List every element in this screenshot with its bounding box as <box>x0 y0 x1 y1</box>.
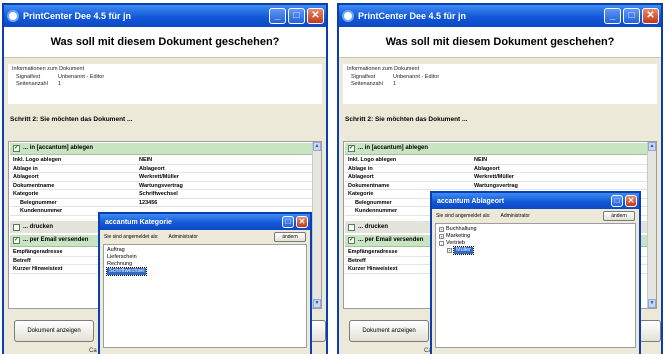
category-list: Auftrag Lieferschein Rechnung Schriftwec… <box>103 244 307 348</box>
info-label: Seitenanzahl <box>351 81 383 87</box>
dialog-title: accantum Kategorie <box>105 218 172 226</box>
window-titlebar[interactable]: PrintCenter Dee 4.5 für jn _ □ ✕ <box>4 5 326 27</box>
minimize-icon[interactable]: _ <box>604 8 621 24</box>
printcenter-icon <box>342 10 354 22</box>
property-row[interactable]: Belegnummer123456 <box>10 199 312 207</box>
dialog-login-bar: Sie sind angemeldet als: Administrator ä… <box>432 209 639 223</box>
close-icon[interactable]: ✕ <box>307 8 324 24</box>
expand-icon[interactable]: + <box>439 234 444 239</box>
printcenter-window-left: PrintCenter Dee 4.5 für jn _ □ ✕ Was sol… <box>2 3 328 354</box>
info-value: 1 <box>58 81 62 87</box>
info-title: Informationen zum Dokument <box>12 66 85 72</box>
section-print-label: ... drucken <box>358 224 389 230</box>
property-row[interactable]: Ablageort Werkrett/Müller <box>345 173 647 182</box>
secondary-button[interactable] <box>639 320 661 342</box>
tree-item[interactable]: - Vertrieb <box>439 240 632 247</box>
scroll-up-icon[interactable]: ▲ <box>648 142 656 151</box>
header-question: Was soll mit diesem Dokument geschehen? <box>339 27 661 58</box>
section-archive-label: ... in [accantum] ablegen <box>23 145 94 151</box>
scroll-down-icon[interactable]: ▼ <box>313 299 321 308</box>
dialog-titlebar[interactable]: accantum Ablageort □ ✕ <box>432 193 639 209</box>
show-document-button[interactable]: Dokument anzeigen <box>349 320 429 342</box>
header-question: Was soll mit diesem Dokument geschehen? <box>4 27 326 58</box>
property-row[interactable]: Ablage in Ablageort <box>10 165 312 173</box>
location-tree: + Buchhaltung + Marketing - Vertrieb + M… <box>435 223 636 348</box>
expand-icon[interactable]: + <box>447 248 452 253</box>
tree-item[interactable]: + Buchhaltung <box>439 226 632 233</box>
close-icon[interactable]: ✕ <box>642 8 659 24</box>
window-title: PrintCenter Dee 4.5 für jn <box>23 11 132 21</box>
close-icon[interactable]: ✕ <box>625 195 637 207</box>
archive-properties: Inkl. Logo ablegen NEIN Ablage in Ablageor… <box>10 156 312 216</box>
step-heading: Schritt 2: Sie möchten das Dokument ... <box>345 116 468 123</box>
scroll-down-icon[interactable]: ▼ <box>648 299 656 308</box>
maximize-icon[interactable]: □ <box>288 8 305 24</box>
user-name: Administrator <box>168 234 198 240</box>
logged-in-label: Sie sind angemeldet als: <box>104 234 159 240</box>
location-dialog: accantum Ablageort □ ✕ Sie sind angemeld… <box>430 191 641 354</box>
property-row[interactable]: Dokumentname Wartungsvertrag <box>10 182 312 190</box>
show-document-button[interactable]: Dokument anzeigen <box>14 320 94 342</box>
info-value: 1 <box>393 81 397 87</box>
property-row[interactable]: KategorieSchriftwechsel <box>10 190 312 199</box>
dialog-login-bar: Sie sind angemeldet als: Administrator ä… <box>100 230 310 244</box>
panel-scrollbar[interactable]: ▲ ▼ <box>647 142 656 308</box>
user-name: Administrator <box>500 213 530 219</box>
window-title: PrintCenter Dee 4.5 für jn <box>358 11 467 21</box>
category-dialog: accantum Kategorie □ ✕ Sie sind angemeld… <box>98 212 312 354</box>
info-label: Signalfest <box>16 74 41 80</box>
change-button[interactable]: ändern <box>603 211 635 221</box>
printcenter-icon <box>7 10 19 22</box>
info-title: Informationen zum Dokument <box>347 66 420 72</box>
expand-icon[interactable]: + <box>439 227 444 232</box>
archive-checkbox[interactable]: ✓ <box>348 145 355 152</box>
archive-checkbox[interactable]: ✓ <box>13 145 20 152</box>
panel-scrollbar[interactable]: ▲ ▼ <box>312 142 321 308</box>
maximize-icon[interactable]: □ <box>611 195 623 207</box>
info-label: Signalfest <box>351 74 376 80</box>
printcenter-window-right: PrintCenter Dee 4.5 für jn _ □ ✕ Was sol… <box>337 3 663 354</box>
email-checkbox[interactable]: ✓ <box>13 237 20 244</box>
maximize-icon[interactable]: □ <box>623 8 640 24</box>
section-archive-label: ... in [accantum] ablegen <box>358 145 429 151</box>
bottom-button-text: Ca <box>89 348 97 354</box>
property-row[interactable]: Dokumentname Wartungsvertrag <box>345 182 647 190</box>
property-row[interactable]: Inkl. Logo ablegen NEIN <box>10 156 312 165</box>
dialog-titlebar[interactable]: accantum Kategorie □ ✕ <box>100 214 310 230</box>
section-print-label: ... drucken <box>23 224 54 230</box>
maximize-icon[interactable]: □ <box>282 216 294 228</box>
document-info-box: Informationen zum Dokument Signalfest Un… <box>8 64 322 104</box>
scroll-up-icon[interactable]: ▲ <box>313 142 321 151</box>
property-row[interactable]: Ablageort Werkrett/Müller <box>10 173 312 182</box>
info-label: Seitenanzahl <box>16 81 48 87</box>
info-value: Unbenannt - Editor <box>58 74 105 80</box>
change-button[interactable]: ändern <box>274 232 306 242</box>
section-archive[interactable]: ✓ ... in [accantum] ablegen <box>10 143 312 155</box>
logged-in-label: Sie sind angemeldet als: <box>436 213 491 219</box>
property-row[interactable]: Ablage in Ablageort <box>345 165 647 173</box>
window-titlebar[interactable]: PrintCenter Dee 4.5 für jn _ □ ✕ <box>339 5 661 27</box>
minimize-icon[interactable]: _ <box>269 8 286 24</box>
list-item[interactable]: Lieferschein <box>107 254 303 261</box>
email-checkbox[interactable]: ✓ <box>348 237 355 244</box>
property-row[interactable]: Inkl. Logo ablegen NEIN <box>345 156 647 165</box>
info-value: Unbenannt - Editor <box>393 74 440 80</box>
print-checkbox[interactable] <box>13 223 20 231</box>
tree-item[interactable]: + Marketing <box>439 233 632 240</box>
collapse-icon[interactable]: - <box>439 241 444 246</box>
dialog-title: accantum Ablageort <box>437 197 505 205</box>
print-checkbox[interactable] <box>348 223 355 231</box>
section-archive[interactable]: ✓ ... in [accantum] ablegen <box>345 143 647 155</box>
step-heading: Schritt 2: Sie möchten das Dokument ... <box>10 116 133 123</box>
document-info-box: Informationen zum Dokument Signalfest Un… <box>343 64 657 104</box>
list-item[interactable]: Auftrag <box>107 247 303 254</box>
section-email-label: ... per Email versenden <box>358 237 424 243</box>
section-email-label: ... per Email versenden <box>23 237 89 243</box>
list-item-selected[interactable]: Schriftwechsel <box>105 267 303 276</box>
list-item[interactable]: Rechnung <box>107 261 303 268</box>
tree-item-selected[interactable]: + Müller <box>439 246 632 255</box>
close-icon[interactable]: ✕ <box>296 216 308 228</box>
